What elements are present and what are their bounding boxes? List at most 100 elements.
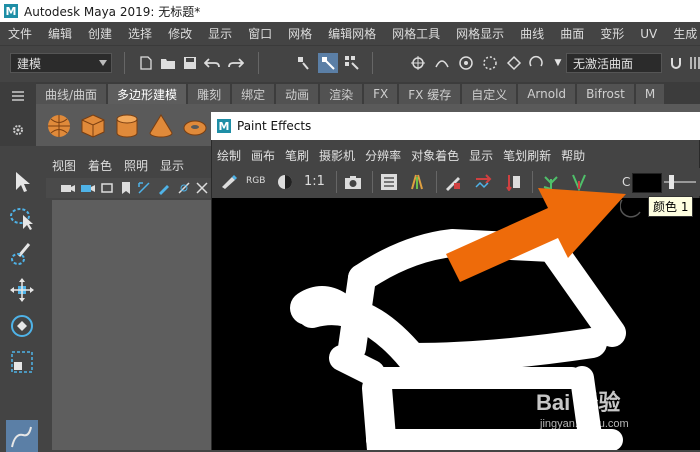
paint-effects-menu-item-4[interactable]: 分辨率	[360, 147, 406, 164]
snap-grid-icon[interactable]	[410, 55, 426, 71]
lasso-tool-icon[interactable]	[8, 204, 36, 232]
paint-effects-menu-item-7[interactable]: 笔划刷新	[498, 147, 556, 164]
make-live-magnet-icon[interactable]	[668, 55, 684, 71]
two-d-pan-zoom-icon[interactable]	[136, 180, 152, 196]
menu-item-0[interactable]: 文件	[0, 25, 40, 42]
camera-attributes-icon[interactable]	[80, 180, 96, 196]
menu-item-2[interactable]: 创建	[80, 25, 120, 42]
shelf-tab-8[interactable]: 自定义	[462, 84, 517, 104]
select-by-component-icon[interactable]	[344, 55, 360, 71]
shelf-tab-9[interactable]: Arnold	[518, 84, 576, 104]
shelf-tab-11[interactable]: M	[635, 84, 665, 104]
snap-view-plane-icon[interactable]	[482, 55, 498, 71]
chevron-down-icon[interactable]: ▼	[550, 55, 566, 71]
xray-icon[interactable]	[194, 180, 210, 196]
shelf-tab-10[interactable]: Bifrost	[577, 84, 634, 104]
window-title-bar: M Autodesk Maya 2019: 无标题*	[0, 0, 700, 22]
menu-item-8[interactable]: 编辑网格	[320, 25, 384, 42]
menu-item-10[interactable]: 网格显示	[448, 25, 512, 42]
snapshot-camera-icon[interactable]	[344, 173, 362, 191]
menu-set-dropdown[interactable]: 建模	[10, 53, 112, 73]
live-surface-field[interactable]: 无激活曲面	[566, 53, 662, 73]
menu-item-6[interactable]: 窗口	[240, 25, 280, 42]
select-tool-icon[interactable]	[8, 168, 36, 196]
color-value-slider-track[interactable]	[664, 175, 696, 189]
menu-item-14[interactable]: UV	[632, 27, 665, 41]
paint-effects-menu-item-8[interactable]: 帮助	[556, 147, 590, 164]
new-scene-icon[interactable]	[138, 55, 154, 71]
undo-icon[interactable]	[204, 55, 220, 71]
shelf-tab-1[interactable]: 多边形建模	[108, 84, 187, 104]
bookmark-camera-icon[interactable]	[100, 180, 116, 196]
panel-menu-item-1[interactable]: 着色	[82, 157, 118, 174]
paint-effects-menu-item-1[interactable]: 画布	[246, 147, 280, 164]
save-scene-icon[interactable]	[182, 55, 198, 71]
rotate-tool-icon[interactable]	[8, 312, 36, 340]
color-tooltip: 颜色 1	[648, 196, 694, 217]
snap-point-icon[interactable]	[458, 55, 474, 71]
paint-effects-menu-item-3[interactable]: 摄影机	[314, 147, 360, 164]
color-swatch[interactable]	[632, 173, 662, 193]
scale-tool-icon[interactable]	[8, 348, 36, 376]
paint-effects-menu-item-5[interactable]: 对象着色	[406, 147, 464, 164]
viewport-canvas[interactable]	[52, 200, 211, 450]
paint-brush-icon[interactable]	[220, 173, 238, 191]
snap-surface-icon[interactable]	[506, 55, 522, 71]
camera-icon[interactable]	[60, 180, 76, 196]
shelf-tab-2[interactable]: 雕刻	[188, 84, 231, 104]
live-surface-value: 无激活曲面	[573, 56, 634, 71]
torus-icon[interactable]	[182, 113, 208, 139]
rgb-button[interactable]: RGB	[246, 176, 265, 186]
cylinder-icon[interactable]	[114, 113, 140, 139]
menu-item-1[interactable]: 编辑	[40, 25, 80, 42]
alpha-channel-icon[interactable]	[276, 173, 294, 191]
paint-effects-tool-icon[interactable]	[6, 420, 38, 452]
maya-logo-icon: M	[4, 4, 18, 18]
menu-item-7[interactable]: 网格	[280, 25, 320, 42]
menu-item-12[interactable]: 曲面	[552, 25, 592, 42]
image-plane-icon[interactable]	[118, 180, 134, 196]
paint-select-tool-icon[interactable]	[8, 240, 36, 268]
menu-item-9[interactable]: 网格工具	[384, 25, 448, 42]
menu-icon[interactable]	[10, 88, 26, 104]
menu-item-3[interactable]: 选择	[120, 25, 160, 42]
select-by-hierarchy-icon[interactable]	[296, 55, 312, 71]
brush-presets-icon[interactable]	[408, 173, 426, 191]
paint-effects-menu-item-2[interactable]: 笔刷	[280, 147, 314, 164]
menu-item-4[interactable]: 修改	[160, 25, 200, 42]
shelf-tab-4[interactable]: 动画	[276, 84, 319, 104]
snap-toggle-icon[interactable]	[528, 55, 544, 71]
shelf-tab-6[interactable]: FX	[364, 84, 398, 104]
menu-item-11[interactable]: 曲线	[512, 25, 552, 42]
watermark-brand: Bai 经验	[536, 390, 621, 415]
gear-icon[interactable]	[10, 122, 26, 138]
color-value-slider-handle[interactable]	[669, 175, 675, 189]
panel-menu-item-2[interactable]: 照明	[118, 157, 154, 174]
paint-effects-menu-item-6[interactable]: 显示	[464, 147, 498, 164]
panel-toolbar	[46, 178, 211, 198]
main-menu-bar: 文件 编辑 创建 选择 修改 显示 窗口 网格 编辑网格 网格工具 网格显示 曲线 曲面 变形 UV 生成	[0, 22, 700, 45]
cube-icon[interactable]	[80, 113, 106, 139]
real-size-button[interactable]: 1:1	[304, 174, 325, 189]
panel-menu-item-0[interactable]: 视图	[46, 157, 82, 174]
sphere-icon[interactable]	[46, 113, 72, 139]
menu-item-5[interactable]: 显示	[200, 25, 240, 42]
paint-effects-menu-item-0[interactable]: 绘制	[212, 147, 246, 164]
redo-icon[interactable]	[228, 55, 244, 71]
shelf-tab-3[interactable]: 绑定	[232, 84, 275, 104]
construction-history-icon[interactable]	[688, 55, 700, 71]
shelf-tab-5[interactable]: 渲染	[320, 84, 363, 104]
menu-item-15[interactable]: 生成	[665, 25, 700, 42]
panel-menu-item-3[interactable]: 显示	[154, 157, 190, 174]
grid-toggle-icon[interactable]	[176, 180, 192, 196]
menu-item-13[interactable]: 变形	[592, 25, 632, 42]
open-scene-icon[interactable]	[160, 55, 176, 71]
select-by-object-icon[interactable]	[318, 53, 338, 73]
shelf-tab-7[interactable]: FX 缓存	[399, 84, 461, 104]
grease-pencil-icon[interactable]	[156, 180, 172, 196]
shelf-tab-0[interactable]: 曲线/曲面	[36, 84, 107, 104]
snap-curve-icon[interactable]	[434, 55, 450, 71]
move-tool-icon[interactable]	[8, 276, 36, 304]
cone-icon[interactable]	[148, 113, 174, 139]
display-options-icon[interactable]	[380, 173, 398, 191]
